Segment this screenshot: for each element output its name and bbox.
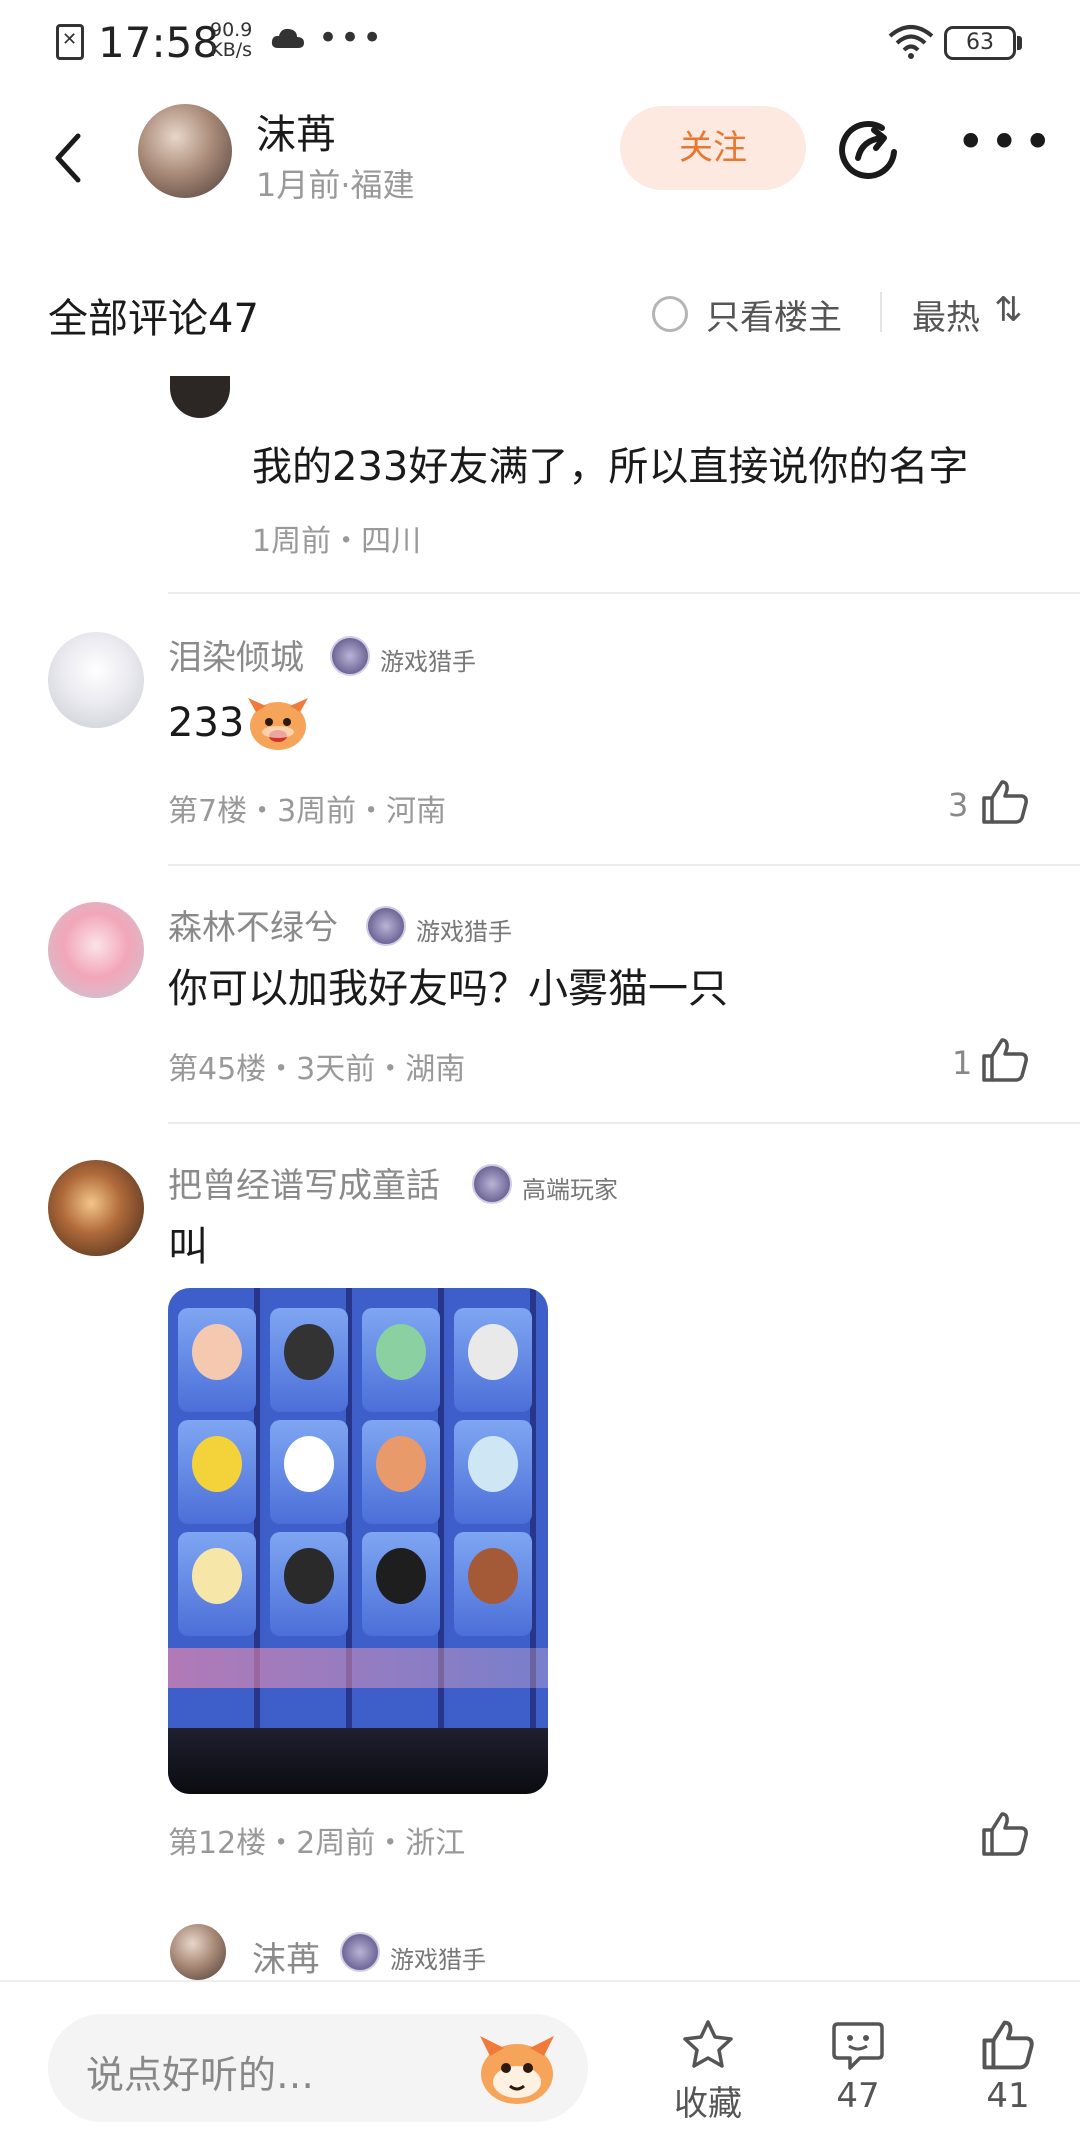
thumbs-up-icon[interactable] — [980, 1810, 1030, 1858]
sub-reply-name[interactable]: 沫苒 — [252, 1932, 320, 1981]
battery-tip — [1017, 36, 1022, 50]
cloud-icon — [271, 28, 304, 48]
back-arrow-icon[interactable] — [48, 128, 98, 188]
comment-input-placeholder[interactable]: 说点好听的… — [86, 2044, 314, 2099]
like-button[interactable]: 41 — [948, 2018, 1068, 2116]
more-notifications-icon: ••• — [318, 18, 385, 58]
comment-text: 叫 — [168, 1224, 208, 1270]
commenter-avatar[interactable] — [48, 1160, 144, 1256]
comment-image[interactable] — [168, 1288, 548, 1794]
network-speed-unit: KB/s — [210, 39, 253, 61]
favorite-label: 收藏 — [674, 2084, 742, 2124]
network-speed-value: 90.9 — [210, 19, 253, 41]
divider — [168, 1122, 1080, 1124]
author-meta: 1月前·福建 — [256, 166, 415, 204]
follow-button[interactable]: 关注 — [620, 106, 806, 190]
comment-meta: 第12楼・2周前・浙江 — [168, 1826, 466, 1861]
author-avatar[interactable] — [138, 104, 232, 198]
level-badge-label: 游戏猎手 — [380, 648, 476, 676]
level-badge-icon — [340, 1932, 380, 1972]
no-sim-icon — [56, 24, 84, 60]
comment-meta: 第7楼・3周前・河南 — [168, 794, 447, 829]
thumbs-up-icon[interactable] — [980, 1036, 1030, 1084]
status-time: 17:58 — [98, 18, 220, 67]
wifi-icon — [888, 25, 934, 59]
commenter-name[interactable]: 森林不绿兮 — [168, 900, 338, 949]
only-op-label[interactable]: 只看楼主 — [706, 290, 842, 339]
reply-meta: 1周前・四川 — [252, 524, 422, 559]
sort-icon[interactable]: ⇅ — [994, 290, 1023, 330]
commenter-name[interactable]: 泪染倾城 — [168, 630, 304, 679]
only-op-radio[interactable] — [652, 296, 688, 332]
level-badge-icon — [366, 906, 406, 946]
level-badge-label: 高端玩家 — [522, 1176, 618, 1204]
commenter-avatar[interactable] — [48, 632, 144, 728]
comments-button[interactable]: 47 — [798, 2018, 918, 2116]
more-options-icon[interactable]: ••• — [956, 117, 1056, 167]
reply-avatar-cutoff — [170, 376, 230, 418]
like-total: 41 — [986, 2076, 1030, 2116]
commenter-avatar[interactable] — [48, 902, 144, 998]
mascot-emoji-icon — [248, 698, 308, 750]
like-count: 3 — [948, 786, 969, 824]
level-badge-label: 游戏猎手 — [416, 918, 512, 946]
divider — [168, 864, 1080, 866]
header-divider — [880, 292, 882, 332]
reply-text: 我的233好友满了，所以直接说你的名字 — [252, 444, 969, 490]
author-name[interactable]: 沫苒 — [256, 102, 336, 160]
star-icon — [683, 2020, 733, 2068]
network-speed: 90.9 KB/s — [210, 20, 252, 60]
status-bar: 17:58 90.9 KB/s ••• 63 — [0, 0, 1080, 88]
comment-count: 47 — [836, 2076, 880, 2116]
commenter-name[interactable]: 把曾经谱写成童話 — [168, 1158, 440, 1207]
level-badge-icon — [330, 636, 370, 676]
comment-text: 你可以加我好友吗？小雾猫一只 — [168, 966, 728, 1012]
sub-reply-avatar[interactable] — [170, 1924, 226, 1980]
battery-indicator: 63 — [944, 26, 1016, 60]
thumbs-up-icon[interactable] — [980, 778, 1030, 826]
comment-meta: 第45楼・3天前・湖南 — [168, 1052, 466, 1087]
favorite-button[interactable]: 收藏 — [648, 2018, 768, 2125]
share-icon[interactable] — [838, 118, 900, 180]
comment-bubble-icon — [832, 2022, 884, 2070]
like-count: 1 — [952, 1044, 973, 1082]
divider — [168, 592, 1080, 594]
comments-title: 全部评论47 — [48, 296, 259, 342]
mascot-emoji-icon[interactable] — [474, 2030, 560, 2108]
sort-label[interactable]: 最热 — [912, 290, 980, 339]
level-badge-label: 游戏猎手 — [390, 1946, 486, 1974]
thumbs-up-icon — [982, 2020, 1034, 2070]
comment-text: 233 — [168, 700, 245, 746]
level-badge-icon — [472, 1164, 512, 1204]
